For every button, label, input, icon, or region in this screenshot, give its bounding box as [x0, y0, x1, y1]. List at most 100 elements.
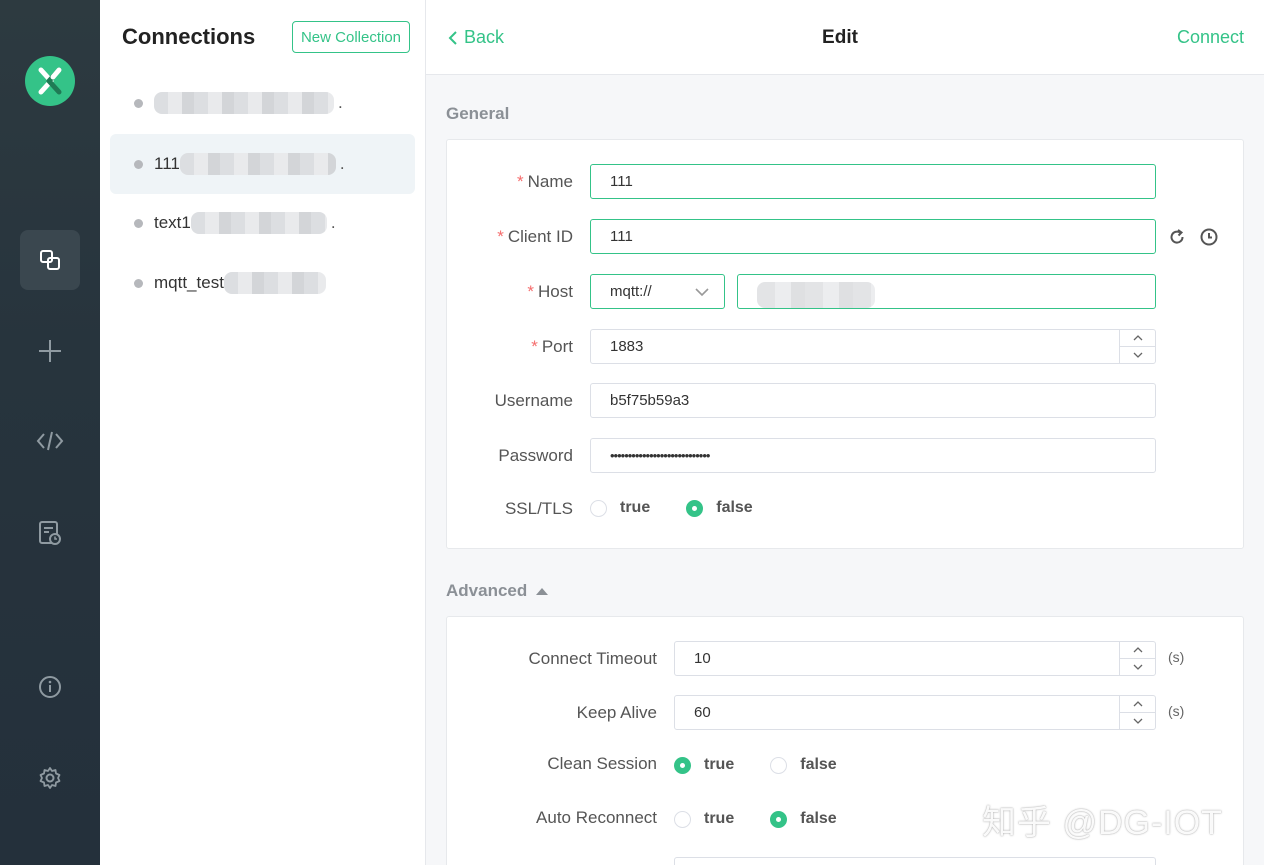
- radio-label: false: [800, 810, 837, 827]
- connection-item[interactable]: mqtt_test: [110, 253, 415, 313]
- clean-session-row: Clean Session true false: [447, 750, 1243, 786]
- reconnect-false-radio[interactable]: false: [770, 810, 837, 828]
- connection-name: text1: [154, 213, 191, 232]
- connection-name-trail: .: [338, 93, 343, 112]
- ssl-radio-group: true false: [590, 499, 789, 517]
- settings-icon[interactable]: [20, 748, 80, 808]
- radio-label: false: [800, 756, 837, 773]
- timeout-label: Connect Timeout: [528, 649, 657, 668]
- auto-reconnect-radio-group: true false: [674, 810, 873, 828]
- radio-circle: [590, 499, 607, 517]
- ssl-row: SSL/TLS true false: [447, 493, 1243, 529]
- clean-true-radio[interactable]: true: [674, 756, 734, 774]
- client-id-input[interactable]: 111: [590, 219, 1156, 254]
- redacted-blur: [223, 272, 326, 294]
- clock-icon[interactable]: [1199, 227, 1219, 247]
- nav-rail: [0, 0, 100, 865]
- port-value: 1883: [610, 338, 644, 355]
- connection-name: mqtt_test: [154, 273, 224, 292]
- chevron-down-icon[interactable]: [1120, 347, 1155, 364]
- connections-icon[interactable]: [20, 230, 80, 290]
- top-bar: Back Edit Connect: [426, 0, 1264, 75]
- general-card: * Name 111 * Client ID 111 * Host mqtt:// *…: [446, 139, 1244, 549]
- ssl-label: SSL/TLS: [504, 499, 573, 518]
- status-dot: [134, 218, 143, 228]
- chevron-up-icon[interactable]: [1120, 696, 1155, 713]
- ssl-true-radio[interactable]: true: [590, 499, 650, 517]
- redacted-blur: [190, 212, 327, 234]
- radio-label: false: [716, 499, 753, 516]
- port-stepper[interactable]: [1119, 330, 1155, 363]
- connection-item[interactable]: text1 .: [110, 193, 415, 253]
- radio-label: true: [704, 756, 735, 773]
- password-row: Password ••••••••••••••••••••••••••••: [447, 438, 1243, 474]
- name-input[interactable]: 111: [590, 164, 1156, 199]
- chevron-down-icon[interactable]: [1120, 659, 1155, 676]
- radio-circle-checked: [686, 499, 704, 517]
- timeout-input[interactable]: 10: [674, 641, 1156, 676]
- mqttx-logo-icon[interactable]: [25, 56, 75, 106]
- status-dot: [134, 98, 143, 108]
- timeout-value: 10: [694, 650, 711, 667]
- chevron-down-icon[interactable]: [1120, 713, 1155, 730]
- radio-circle: [770, 756, 788, 774]
- ssl-false-radio[interactable]: false: [686, 499, 753, 517]
- redacted-blur: [757, 281, 875, 308]
- port-label: * Port: [531, 337, 573, 356]
- about-icon[interactable]: [20, 657, 80, 717]
- chevron-up-icon[interactable]: [1120, 642, 1155, 659]
- keepalive-input[interactable]: 60: [674, 695, 1156, 730]
- keepalive-stepper[interactable]: [1119, 696, 1155, 729]
- next-field-input[interactable]: [674, 857, 1156, 865]
- clean-false-radio[interactable]: false: [770, 756, 837, 774]
- connection-item-active[interactable]: 111 .: [110, 134, 415, 194]
- radio-label: true: [620, 499, 651, 516]
- keepalive-label: Keep Alive: [576, 703, 657, 722]
- name-label: * Name: [517, 172, 573, 191]
- username-row: Username b5f75b59a3: [447, 383, 1243, 419]
- connection-item[interactable]: .: [110, 73, 415, 133]
- port-input[interactable]: 1883: [590, 329, 1156, 364]
- connect-button[interactable]: Connect: [1177, 27, 1244, 48]
- status-dot: [134, 159, 143, 169]
- host-input[interactable]: [737, 274, 1156, 309]
- radio-circle-checked: [674, 756, 691, 774]
- advanced-section-toggle[interactable]: Advanced: [446, 581, 549, 601]
- status-dot: [134, 278, 143, 288]
- protocol-select[interactable]: mqtt://: [590, 274, 725, 309]
- connection-name-trail: .: [339, 154, 345, 173]
- clean-session-radio-group: true false: [674, 756, 873, 774]
- host-label: * Host: [527, 282, 573, 301]
- edit-panel: Back Edit Connect General * Name 111 * Cli…: [426, 0, 1264, 865]
- log-icon[interactable]: [20, 503, 80, 563]
- client-id-row: * Client ID 111: [447, 219, 1243, 255]
- client-id-label: * Client ID: [497, 227, 573, 246]
- connection-name-trail: .: [330, 213, 336, 232]
- new-collection-button[interactable]: New Collection: [292, 21, 410, 53]
- keepalive-row: Keep Alive 60 (s): [447, 695, 1243, 731]
- keepalive-unit: (s): [1168, 703, 1185, 719]
- port-row: * Port 1883: [447, 329, 1243, 365]
- reconnect-true-radio[interactable]: true: [674, 810, 734, 828]
- chevron-up-icon[interactable]: [1120, 330, 1155, 347]
- page-title: Edit: [822, 27, 858, 48]
- general-section-title: General: [446, 104, 510, 123]
- redacted-blur: [154, 92, 334, 114]
- radio-label: true: [704, 810, 735, 827]
- advanced-section-title: Advanced: [446, 581, 528, 600]
- script-icon[interactable]: [20, 411, 80, 471]
- connection-name: 111: [154, 154, 180, 173]
- timeout-stepper[interactable]: [1119, 642, 1155, 675]
- connections-title: Connections: [122, 24, 256, 49]
- caret-up-icon: [536, 587, 549, 595]
- watermark: 知乎 @DG-IOT: [982, 804, 1223, 842]
- name-row: * Name 111: [447, 164, 1243, 200]
- password-input[interactable]: ••••••••••••••••••••••••••••: [590, 438, 1156, 473]
- redacted-blur: [179, 153, 336, 175]
- plus-icon[interactable]: [20, 321, 80, 381]
- username-input[interactable]: b5f75b59a3: [590, 383, 1156, 418]
- timeout-row: Connect Timeout 10 (s): [447, 641, 1243, 677]
- radio-circle-checked: [770, 810, 788, 828]
- refresh-icon[interactable]: [1168, 228, 1186, 246]
- username-label: Username: [494, 391, 573, 410]
